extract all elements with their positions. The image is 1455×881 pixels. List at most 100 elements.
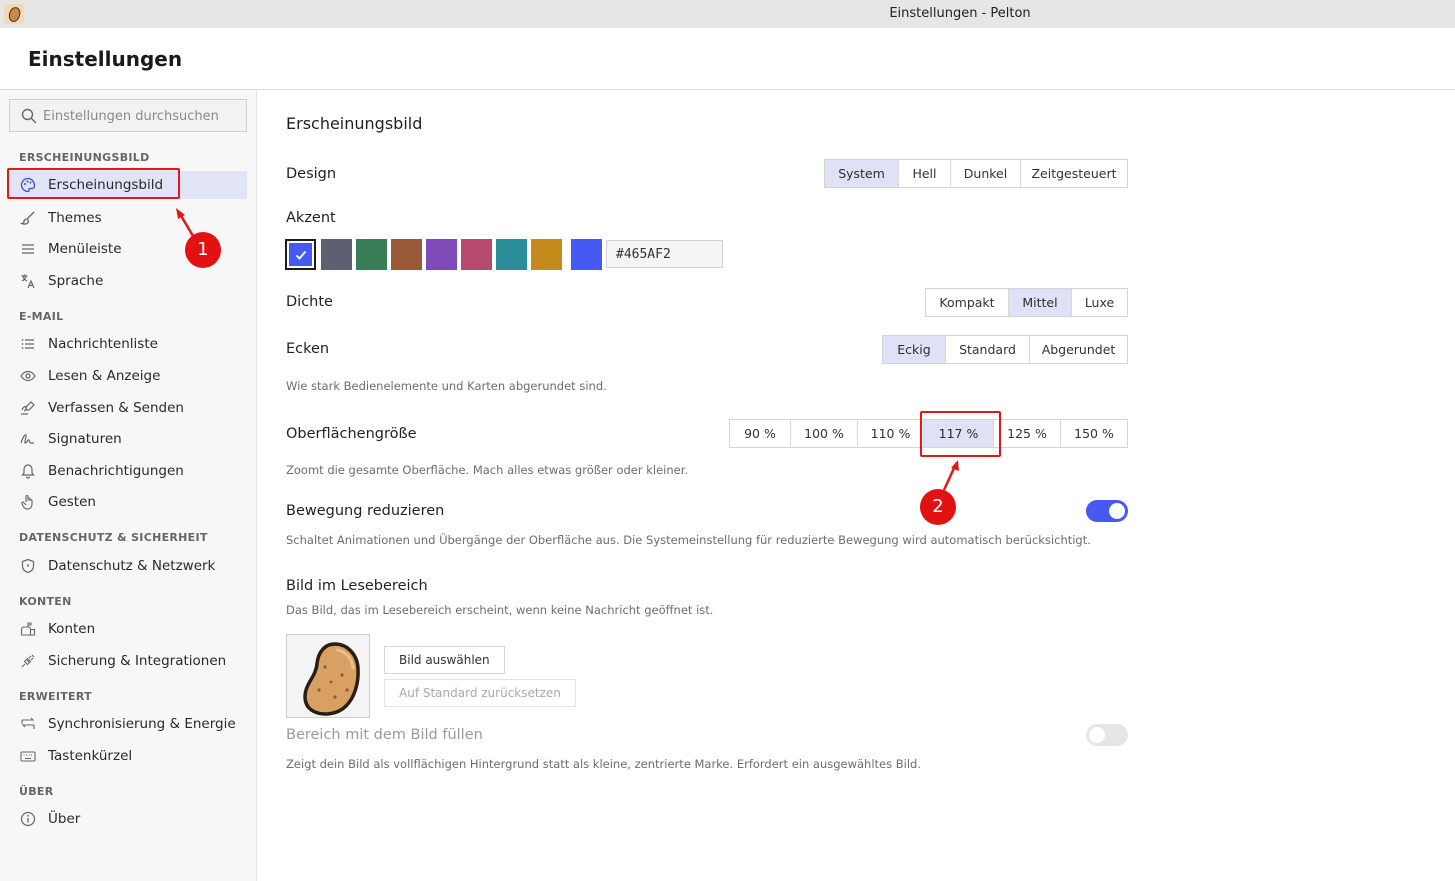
fill-area-label: Bereich mit dem Bild füllen (286, 727, 483, 743)
design-option-system[interactable]: System (825, 160, 898, 187)
density-option-compact[interactable]: Kompakt (926, 289, 1008, 316)
corners-segmented-control: Eckig Standard Abgerundet (882, 335, 1128, 364)
ui-size-option-110[interactable]: 110 % (857, 420, 923, 447)
sidebar-item-about[interactable]: Über (9, 805, 247, 833)
accent-swatch[interactable] (285, 239, 316, 270)
sidebar-item-label: Nachrichtenliste (48, 336, 158, 352)
hand-icon (21, 494, 33, 510)
sync-icon (21, 717, 35, 729)
mailbox-icon (20, 622, 36, 636)
corners-hint: Wie stark Bedienelemente und Karten abge… (286, 379, 607, 393)
sidebar-item-notifications[interactable]: Benachrichtigungen (9, 457, 247, 485)
section-title: Erscheinungsbild (286, 114, 423, 133)
reading-image-preview (286, 634, 370, 718)
design-option-dark[interactable]: Dunkel (950, 160, 1020, 187)
sidebar-item-label: Konten (48, 621, 96, 637)
density-option-luxe[interactable]: Luxe (1071, 289, 1127, 316)
search-input[interactable] (43, 106, 243, 126)
design-option-scheduled[interactable]: Zeitgesteuert (1020, 160, 1127, 187)
ui-size-option-90[interactable]: 90 % (730, 420, 790, 447)
sidebar-item-language[interactable]: Sprache (9, 267, 247, 295)
accent-swatch[interactable] (531, 239, 562, 270)
section-heading-privacy: DATENSCHUTZ & SICHERHEIT (19, 531, 208, 544)
accent-swatch[interactable] (321, 239, 352, 270)
section-heading-email: E-MAIL (19, 310, 64, 323)
translate-icon (21, 274, 35, 289)
sidebar-item-label: Lesen & Anzeige (48, 368, 161, 384)
section-heading-advanced: ERWEITERT (19, 690, 92, 703)
sidebar-item-themes[interactable]: Themes (9, 204, 247, 232)
density-segmented-control: Kompakt Mittel Luxe (925, 288, 1128, 317)
menu-icon (22, 244, 34, 254)
sidebar-item-label: Tastenkürzel (48, 748, 133, 764)
annotation-highlight-2 (920, 411, 1001, 457)
sidebar-item-label: Synchronisierung & Energie (48, 716, 236, 732)
sidebar-item-accounts[interactable]: Konten (9, 615, 247, 643)
ui-size-option-150[interactable]: 150 % (1060, 420, 1127, 447)
reading-image-hint: Das Bild, das im Lesebereich erscheint, … (286, 603, 714, 617)
accent-custom-swatch[interactable] (571, 239, 602, 270)
accent-swatch[interactable] (426, 239, 457, 270)
sidebar-item-reading[interactable]: Lesen & Anzeige (9, 362, 247, 390)
compose-icon (21, 401, 35, 415)
annotation-marker-2: 2 (920, 489, 956, 525)
sidebar-item-compose[interactable]: Verfassen & Senden (9, 394, 247, 422)
design-label: Design (286, 166, 337, 182)
corners-option-standard[interactable]: Standard (945, 336, 1029, 363)
ui-size-option-125[interactable]: 125 % (993, 420, 1060, 447)
search-icon (21, 108, 37, 124)
plug-icon (21, 654, 35, 668)
choose-image-button[interactable]: Bild auswählen (384, 646, 505, 674)
corners-option-square[interactable]: Eckig (883, 336, 945, 363)
fill-area-toggle[interactable] (1086, 724, 1128, 746)
keyboard-icon (20, 751, 36, 762)
accent-swatch[interactable] (356, 239, 387, 270)
potato-icon (303, 642, 360, 716)
sidebar: ERSCHEINUNGSBILD Erscheinungsbild Themes… (0, 90, 257, 881)
sidebar-item-sync-energy[interactable]: Synchronisierung & Energie (9, 710, 247, 738)
sidebar-item-privacy-network[interactable]: Datenschutz & Netzwerk (9, 552, 247, 580)
bell-icon (21, 464, 35, 479)
settings-main: Erscheinungsbild Design System Hell Dunk… (258, 90, 1455, 881)
sidebar-item-label: Verfassen & Senden (48, 400, 184, 416)
ui-size-label: Oberflächengröße (286, 426, 417, 442)
sidebar-item-label: Benachrichtigungen (48, 463, 184, 479)
annotation-marker-1: 1 (185, 232, 221, 268)
accent-label: Akzent (286, 210, 336, 226)
sidebar-item-gestures[interactable]: Gesten (9, 488, 247, 516)
signature-icon (20, 434, 34, 444)
design-option-light[interactable]: Hell (898, 160, 950, 187)
section-heading-accounts: KONTEN (19, 595, 72, 608)
reduce-motion-hint: Schaltet Animationen und Übergänge der O… (286, 533, 1091, 547)
accent-swatch[interactable] (391, 239, 422, 270)
corners-label: Ecken (286, 341, 330, 357)
accent-swatch[interactable] (461, 239, 492, 270)
reduce-motion-toggle[interactable] (1086, 500, 1128, 522)
info-icon (20, 811, 36, 827)
corners-option-rounded[interactable]: Abgerundet (1029, 336, 1127, 363)
search-box[interactable] (9, 99, 247, 132)
sidebar-item-signatures[interactable]: Signaturen (9, 425, 247, 453)
eye-icon (20, 370, 36, 382)
window-titlebar: Einstellungen - Pelton (0, 0, 1455, 28)
check-icon (295, 250, 307, 260)
density-option-medium[interactable]: Mittel (1008, 289, 1071, 316)
list-icon (21, 339, 34, 349)
annotation-highlight-1 (7, 168, 180, 199)
ui-size-option-100[interactable]: 100 % (790, 420, 857, 447)
accent-swatch[interactable] (496, 239, 527, 270)
accent-hex-input[interactable] (606, 240, 723, 268)
sidebar-item-label: Datenschutz & Netzwerk (48, 558, 216, 574)
ui-size-hint: Zoomt die gesamte Oberfläche. Mach alles… (286, 463, 689, 477)
sidebar-item-message-list[interactable]: Nachrichtenliste (9, 330, 247, 358)
density-label: Dichte (286, 294, 333, 310)
sidebar-item-label: Menüleiste (48, 241, 122, 257)
page-header: Einstellungen (0, 28, 1455, 90)
reduce-motion-label: Bewegung reduzieren (286, 503, 445, 519)
brush-icon (20, 211, 35, 225)
sidebar-item-security-integrations[interactable]: Sicherung & Integrationen (9, 647, 247, 675)
shield-icon (21, 558, 35, 574)
reset-image-button[interactable]: Auf Standard zurücksetzen (384, 679, 576, 707)
sidebar-item-shortcuts[interactable]: Tastenkürzel (9, 742, 247, 770)
sidebar-item-label: Gesten (48, 494, 96, 510)
